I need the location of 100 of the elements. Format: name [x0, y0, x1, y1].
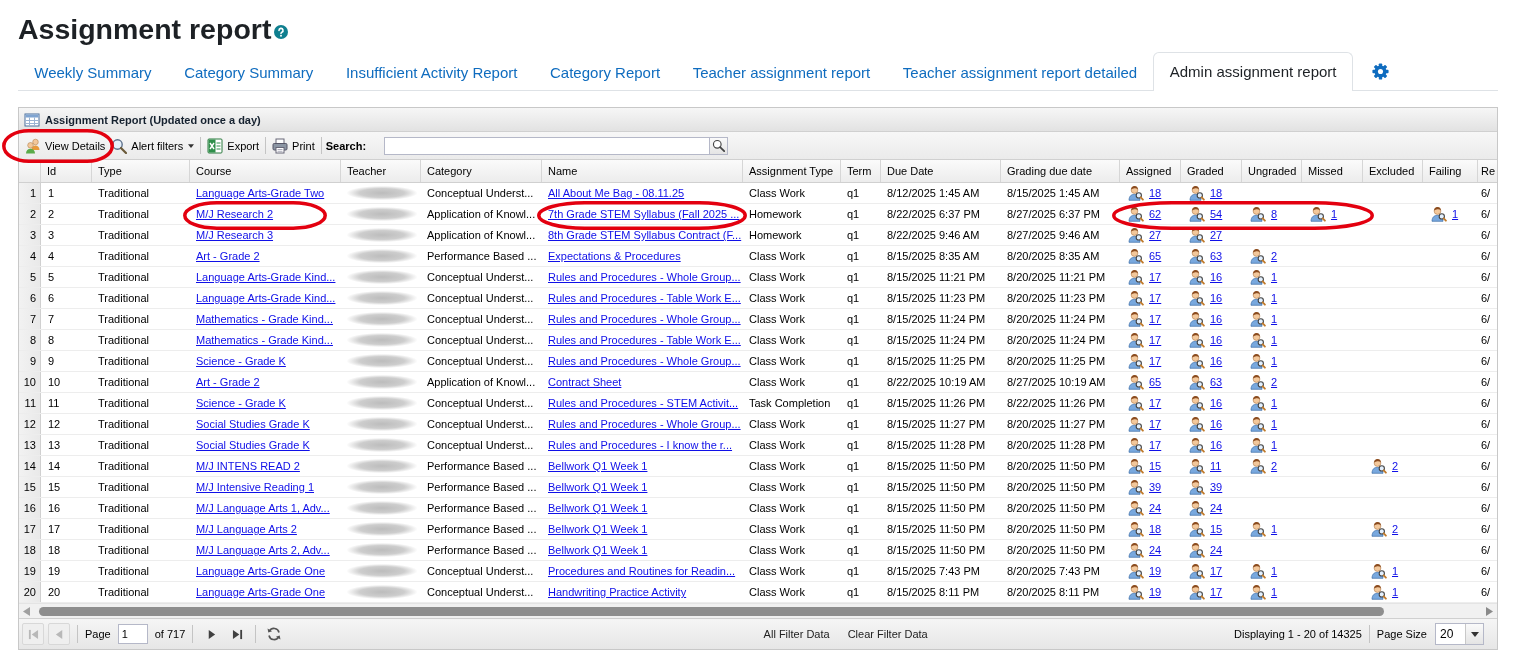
scrollbar-thumb[interactable]: [39, 606, 1384, 616]
count-link[interactable]: 1: [1271, 330, 1278, 350]
count-link[interactable]: 17: [1149, 330, 1162, 350]
course-link[interactable]: Social Studies Grade K: [196, 435, 310, 455]
course-link[interactable]: Language Arts-Grade Kind...: [196, 267, 336, 287]
print-button[interactable]: Print: [269, 135, 318, 156]
course-link[interactable]: Language Arts-Grade One: [196, 561, 326, 581]
course-link[interactable]: Science - Grade K: [196, 393, 286, 413]
count-link[interactable]: 8: [1271, 204, 1278, 224]
export-button[interactable]: Export: [204, 135, 263, 156]
course-link[interactable]: Mathematics - Grade Kind...: [196, 330, 333, 350]
count-link[interactable]: 62: [1149, 204, 1162, 224]
assignment-link[interactable]: Rules and Procedures - Table Work E...: [548, 330, 741, 350]
assignment-link[interactable]: Contract Sheet: [548, 372, 622, 392]
count-link[interactable]: 16: [1210, 309, 1223, 329]
count-link[interactable]: 16: [1210, 288, 1223, 308]
count-link[interactable]: 24: [1210, 540, 1223, 560]
scroll-left-icon[interactable]: [23, 606, 31, 616]
course-link[interactable]: M/J INTENS READ 2: [196, 456, 300, 476]
course-link[interactable]: M/J Intensive Reading 1: [196, 477, 314, 497]
count-link[interactable]: 18: [1149, 183, 1162, 203]
course-link[interactable]: Science - Grade K: [196, 351, 286, 371]
help-icon[interactable]: [274, 25, 289, 39]
count-link[interactable]: 24: [1149, 540, 1162, 560]
column-header[interactable]: Type: [98, 165, 122, 177]
count-link[interactable]: 17: [1149, 267, 1162, 287]
course-link[interactable]: Mathematics - Grade Kind...: [196, 309, 333, 329]
course-link[interactable]: Language Arts-Grade Kind...: [196, 288, 336, 308]
course-link[interactable]: Art - Grade 2: [196, 372, 260, 392]
assignment-link[interactable]: Bellwork Q1 Week 1: [548, 477, 648, 497]
column-header[interactable]: Name: [548, 165, 578, 177]
count-link[interactable]: 2: [1271, 372, 1278, 392]
alert-filters-button[interactable]: Alert filters: [108, 135, 198, 156]
count-link[interactable]: 17: [1210, 582, 1223, 602]
count-link[interactable]: 1: [1271, 435, 1278, 455]
course-link[interactable]: M/J Language Arts 2: [196, 519, 297, 539]
count-link[interactable]: 1: [1271, 288, 1278, 308]
tab[interactable]: Teacher assignment report: [676, 53, 887, 91]
course-link[interactable]: M/J Language Arts 2, Adv...: [196, 540, 330, 560]
count-link[interactable]: 1: [1271, 267, 1278, 287]
count-link[interactable]: 27: [1149, 225, 1162, 245]
count-link[interactable]: 2: [1271, 246, 1278, 266]
assignment-link[interactable]: 8th Grade STEM Syllabus Contract (F...: [548, 225, 742, 245]
count-link[interactable]: 15: [1149, 456, 1162, 476]
course-link[interactable]: M/J Language Arts 1, Adv...: [196, 498, 330, 518]
clear-filter-button[interactable]: Clear Filter Data: [844, 626, 931, 642]
assignment-link[interactable]: Rules and Procedures - Whole Group...: [548, 267, 741, 287]
count-link[interactable]: 17: [1210, 561, 1223, 581]
all-filter-button[interactable]: All Filter Data: [760, 626, 833, 642]
course-link[interactable]: Social Studies Grade K: [196, 414, 310, 434]
count-link[interactable]: 63: [1210, 372, 1223, 392]
count-link[interactable]: 24: [1149, 498, 1162, 518]
count-link[interactable]: 16: [1210, 435, 1223, 455]
count-link[interactable]: 17: [1149, 393, 1162, 413]
count-link[interactable]: 19: [1149, 582, 1162, 602]
assignment-link[interactable]: Handwriting Practice Activity: [548, 582, 687, 602]
count-link[interactable]: 1: [1452, 204, 1459, 224]
count-link[interactable]: 11: [1210, 456, 1222, 476]
search-field[interactable]: [384, 136, 711, 155]
count-link[interactable]: 2: [1271, 456, 1278, 476]
tab[interactable]: Category Report: [533, 53, 677, 91]
search-button[interactable]: [710, 136, 729, 155]
count-link[interactable]: 19: [1149, 561, 1162, 581]
count-link[interactable]: 17: [1149, 351, 1162, 371]
count-link[interactable]: 17: [1149, 435, 1162, 455]
assignment-link[interactable]: Expectations & Procedures: [548, 246, 681, 266]
column-header[interactable]: Due Date: [887, 165, 934, 177]
count-link[interactable]: 1: [1271, 309, 1278, 329]
column-header[interactable]: Graded: [1187, 165, 1224, 177]
tab[interactable]: Insufficient Activity Report: [329, 53, 534, 91]
count-link[interactable]: 54: [1210, 204, 1223, 224]
count-link[interactable]: 39: [1210, 477, 1223, 497]
count-link[interactable]: 17: [1149, 414, 1162, 434]
column-header[interactable]: Grading due date: [1007, 165, 1092, 177]
course-link[interactable]: Language Arts-Grade Two: [196, 183, 325, 203]
count-link[interactable]: 16: [1210, 414, 1223, 434]
count-link[interactable]: 2: [1392, 519, 1399, 539]
assignment-link[interactable]: Rules and Procedures - Whole Group...: [548, 309, 741, 329]
count-link[interactable]: 16: [1210, 351, 1223, 371]
page-size-select[interactable]: 20: [1435, 623, 1484, 645]
column-header[interactable]: Course: [196, 165, 232, 177]
column-header[interactable]: Assignment Type: [749, 165, 834, 177]
count-link[interactable]: 15: [1210, 519, 1223, 539]
assignment-link[interactable]: All About Me Bag - 08.11.25: [548, 183, 685, 203]
count-link[interactable]: 1: [1271, 351, 1278, 371]
tab[interactable]: Weekly Summary: [18, 53, 168, 91]
course-link[interactable]: M/J Research 3: [196, 225, 274, 245]
course-link[interactable]: Art - Grade 2: [196, 246, 260, 266]
count-link[interactable]: 1: [1271, 393, 1278, 413]
column-header[interactable]: Term: [847, 165, 872, 177]
assignment-link[interactable]: Rules and Procedures - Whole Group...: [548, 414, 741, 434]
count-link[interactable]: 2: [1392, 456, 1399, 476]
count-link[interactable]: 17: [1149, 309, 1162, 329]
column-header[interactable]: Ungraded: [1248, 165, 1297, 177]
count-link[interactable]: 65: [1149, 372, 1162, 392]
assignment-link[interactable]: Rules and Procedures - Table Work E...: [548, 288, 741, 308]
count-link[interactable]: 16: [1210, 267, 1223, 287]
count-link[interactable]: 1: [1271, 561, 1278, 581]
assignment-link[interactable]: Bellwork Q1 Week 1: [548, 540, 648, 560]
count-link[interactable]: 39: [1149, 477, 1162, 497]
